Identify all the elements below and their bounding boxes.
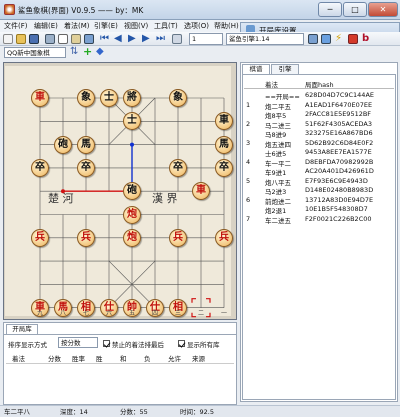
move-row-move[interactable]: 车9进1 bbox=[265, 167, 286, 177]
move-row-number[interactable]: 4 bbox=[246, 158, 250, 167]
file-label: 九 bbox=[37, 310, 44, 317]
col-header-hash: 局面hash bbox=[305, 81, 334, 89]
move-row-hash[interactable]: D148E02480B8983D bbox=[305, 186, 373, 195]
move-row-number[interactable]: 6 bbox=[246, 196, 250, 205]
show-all-label: 显示所有库 bbox=[187, 341, 220, 349]
move-row-hash[interactable]: 51F62F4305ACEDA3 bbox=[305, 120, 372, 129]
disable-moves-checkbox[interactable] bbox=[103, 339, 110, 347]
tab-game-record[interactable]: 棋谱 bbox=[242, 64, 270, 74]
move-row-number[interactable]: 1 bbox=[246, 101, 250, 110]
move-row-hash[interactable]: AC20A401D426961D bbox=[305, 167, 374, 176]
move-row-hash[interactable]: 2FACC81E5E9512BF bbox=[305, 110, 371, 119]
chess-piece[interactable]: 卒 bbox=[31, 158, 49, 177]
file-label: 七 bbox=[83, 310, 90, 317]
chess-piece[interactable]: 炮 bbox=[123, 228, 141, 247]
chess-piece[interactable]: 士 bbox=[100, 89, 118, 107]
move-row-hash[interactable]: 9453A8EE7EA1577E bbox=[305, 148, 372, 157]
move-row-hash[interactable]: 5D62B92C6D84E0F2 bbox=[305, 139, 373, 148]
chess-piece[interactable]: 砲 bbox=[54, 135, 72, 154]
chess-piece[interactable]: 兵 bbox=[77, 228, 95, 247]
chess-piece[interactable]: 馬 bbox=[215, 135, 233, 154]
file-label: 八 bbox=[60, 310, 67, 317]
chess-piece[interactable]: 兵 bbox=[169, 228, 187, 247]
chess-piece[interactable]: 將 bbox=[123, 89, 141, 107]
library-column-header[interactable]: 和 bbox=[120, 353, 127, 363]
library-column-header[interactable]: 允许 bbox=[168, 353, 181, 363]
move-row-number[interactable]: 2 bbox=[246, 120, 250, 129]
move-row-move[interactable]: 炮五进四 bbox=[265, 139, 291, 149]
col-header-move: 着法 bbox=[265, 81, 278, 89]
move-row-number[interactable]: 7 bbox=[246, 215, 250, 224]
file-label: 五 bbox=[129, 310, 136, 317]
move-row-hash[interactable]: 628D04D7C9C144AE bbox=[305, 91, 374, 100]
move-row-hash[interactable]: 10E1B5F548308D7 bbox=[305, 205, 368, 214]
chess-piece[interactable]: 象 bbox=[77, 89, 95, 107]
move-row-move[interactable]: 炮2退1 bbox=[265, 205, 286, 215]
move-row-hash[interactable]: 13712A83D0E94D7E bbox=[305, 196, 373, 205]
move-row-move[interactable]: 马2进3 bbox=[265, 186, 286, 196]
river-right-text: 漢 界 bbox=[152, 192, 178, 205]
river-left-text: 楚 河 bbox=[48, 192, 74, 205]
status-time: 时间：92.5 bbox=[180, 408, 214, 416]
status-depth: 深度：14 bbox=[60, 408, 88, 416]
chess-piece[interactable]: 兵 bbox=[31, 228, 49, 247]
tab-opening-library[interactable]: 开局库 bbox=[6, 324, 38, 334]
sort-select[interactable]: 按分数 bbox=[58, 337, 98, 348]
chess-piece[interactable]: 車 bbox=[31, 89, 49, 107]
move-row-move[interactable]: 马二进三 bbox=[265, 120, 291, 130]
library-column-header[interactable]: 来源 bbox=[192, 353, 205, 363]
move-row-move[interactable]: 车一平二 bbox=[265, 158, 291, 168]
move-row-move[interactable]: 车二进五 bbox=[265, 215, 291, 225]
library-column-header[interactable]: 分数 bbox=[48, 353, 61, 363]
show-all-checkbox[interactable] bbox=[178, 339, 185, 347]
header-divider bbox=[244, 88, 394, 89]
library-column-header[interactable]: 着法 bbox=[12, 353, 25, 363]
lib-divider bbox=[3, 334, 237, 335]
status-score: 分数：55 bbox=[120, 408, 148, 416]
chess-piece[interactable]: 卒 bbox=[77, 158, 95, 177]
move-row-hash[interactable]: F2F0021C226B2C00 bbox=[305, 215, 372, 224]
file-label: 四 bbox=[152, 310, 159, 317]
move-row-move[interactable]: 马8进9 bbox=[265, 129, 286, 139]
move-row-number[interactable]: 5 bbox=[246, 177, 250, 186]
file-label: 六 bbox=[106, 310, 113, 317]
move-row-move[interactable]: ==开局== bbox=[265, 91, 300, 101]
move-row-hash[interactable]: 323275E16A867BD6 bbox=[305, 129, 373, 138]
library-column-header[interactable]: 负 bbox=[144, 353, 151, 363]
library-header-divider bbox=[6, 363, 234, 364]
tab-engine[interactable]: 引擎 bbox=[271, 64, 299, 74]
library-column-header[interactable]: 胜 bbox=[96, 353, 103, 363]
chess-piece[interactable]: 馬 bbox=[77, 135, 95, 154]
chess-piece[interactable]: 卒 bbox=[169, 158, 187, 177]
move-row-move[interactable]: 前炮进二 bbox=[265, 196, 291, 206]
library-column-header[interactable]: 胜率 bbox=[72, 353, 85, 363]
move-row-move[interactable]: 炮二平五 bbox=[265, 101, 291, 111]
move-row-move[interactable]: 炮8平5 bbox=[265, 110, 286, 120]
status-move: 车二平八 bbox=[4, 408, 30, 416]
move-row-number[interactable]: 3 bbox=[246, 139, 250, 148]
chess-piece[interactable]: 象 bbox=[169, 89, 187, 107]
chess-piece[interactable]: 兵 bbox=[215, 228, 233, 247]
file-label: 二 bbox=[198, 310, 205, 317]
file-label: 一 bbox=[221, 310, 228, 317]
move-row-hash[interactable]: E7F93E6C9E4943D bbox=[305, 177, 368, 186]
sort-label: 排序显示方式 bbox=[8, 341, 47, 349]
file-label: 三 bbox=[175, 310, 182, 317]
move-row-move[interactable]: 士6进5 bbox=[265, 148, 286, 158]
chess-piece[interactable]: 炮 bbox=[123, 205, 141, 224]
move-row-hash[interactable]: D8EBFDA70982992B bbox=[305, 158, 373, 167]
move-row-hash[interactable]: A1EAD1F6470E07EE bbox=[305, 101, 372, 110]
disable-moves-label: 禁止的着法排最后 bbox=[112, 341, 164, 349]
move-row-move[interactable]: 炮八平五 bbox=[265, 177, 291, 187]
chess-piece[interactable]: 卒 bbox=[215, 158, 233, 177]
